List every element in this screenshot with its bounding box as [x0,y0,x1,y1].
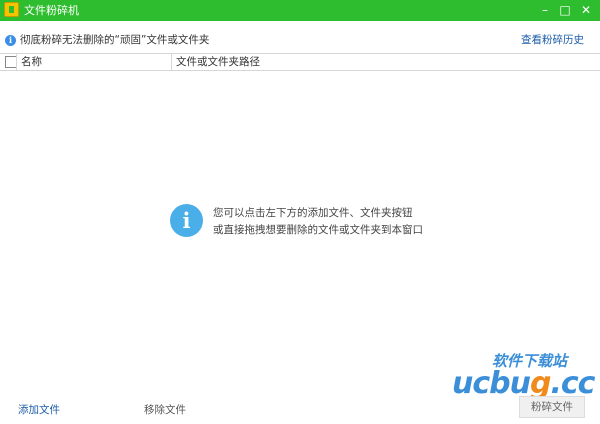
add-file-button[interactable]: 添加文件 [18,402,60,417]
info-large-icon: i [170,204,203,237]
footer-bar: 添加文件 移除文件 粉碎文件 [0,392,600,424]
column-path-header[interactable]: 文件或文件夹路径 [176,55,260,69]
maximize-button[interactable]: □ [554,0,576,21]
window-title: 文件粉碎机 [24,4,79,17]
hint-line-1: 您可以点击左下方的添加文件、文件夹按钮 [213,207,413,219]
view-history-link[interactable]: 查看粉碎历史 [521,33,584,47]
title-bar: 文件粉碎机 – □ ✕ [0,0,600,21]
column-divider [16,54,17,70]
remove-file-button[interactable]: 移除文件 [144,402,186,417]
column-name-header[interactable]: 名称 [21,55,42,69]
close-button[interactable]: ✕ [575,0,597,21]
info-icon: i [5,35,16,46]
file-table-header: 名称 文件或文件夹路径 [0,53,600,71]
app-logo-icon [4,2,19,17]
empty-state-hint: i 您可以点击左下方的添加文件、文件夹按钮 或直接拖拽想要删除的文件或文件夹到本… [170,204,430,240]
column-divider[interactable] [171,54,172,70]
info-bar: i 彻底粉碎无法删除的“顽固”文件或文件夹 查看粉碎历史 [0,29,600,51]
hint-line-2: 或直接拖拽想要删除的文件或文件夹到本窗口 [213,224,423,236]
minimize-button[interactable]: – [534,0,556,21]
shred-file-button[interactable]: 粉碎文件 [519,396,585,418]
info-description: 彻底粉碎无法删除的“顽固”文件或文件夹 [20,34,210,46]
